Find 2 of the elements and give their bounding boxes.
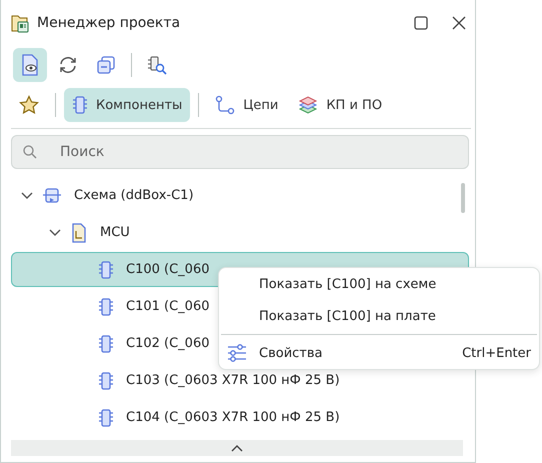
window-title: Менеджер проекта	[37, 15, 182, 31]
shortcut-label: Ctrl+Enter	[462, 346, 531, 360]
